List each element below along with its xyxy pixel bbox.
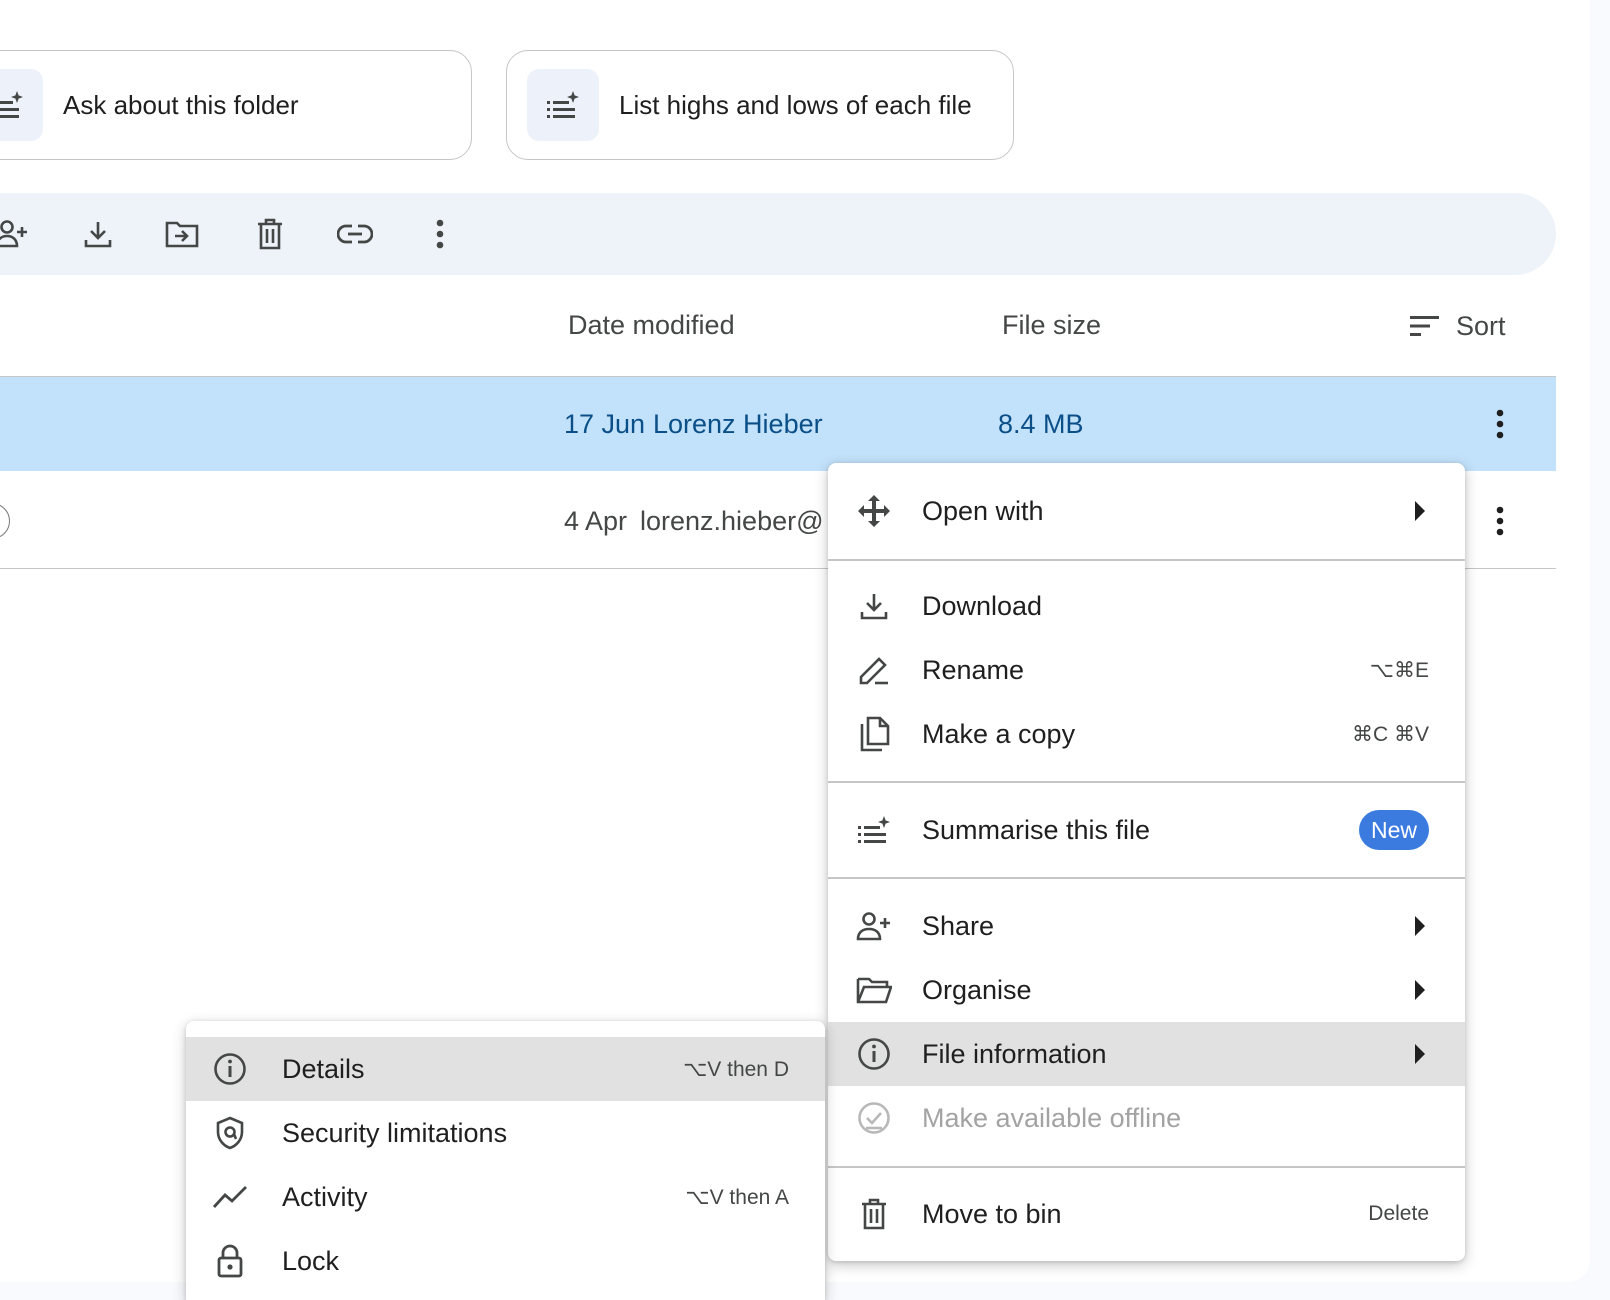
lock-icon — [210, 1241, 250, 1281]
menu-item-open-with[interactable]: Open with — [828, 479, 1465, 543]
menu-divider — [828, 781, 1465, 783]
context-menu: Open with Download Rename ⌥⌘E Make a cop… — [828, 463, 1465, 1261]
column-file-size[interactable]: File size — [1002, 310, 1101, 341]
sort-button[interactable]: Sort — [1410, 304, 1506, 348]
menu-item-label: Make available offline — [922, 1102, 1182, 1133]
menu-item-label: Move to bin — [922, 1198, 1062, 1229]
menu-divider — [828, 1166, 1465, 1168]
sort-label: Sort — [1456, 310, 1506, 341]
menu-item-download[interactable]: Download — [828, 574, 1465, 638]
menu-item-label: Lock — [282, 1245, 340, 1276]
submenu-item-lock[interactable]: Lock — [186, 1229, 825, 1293]
menu-item-label: Security limitations — [282, 1117, 508, 1148]
info-icon — [854, 1034, 894, 1074]
menu-item-make-available-offline: Make available offline — [828, 1086, 1465, 1150]
menu-item-share[interactable]: Share — [828, 894, 1465, 958]
menu-item-shortcut: ⌥V then A — [685, 1185, 789, 1209]
new-badge: New — [1358, 810, 1429, 850]
menu-item-label: File information — [922, 1038, 1107, 1069]
menu-divider — [828, 559, 1465, 561]
more-vert-icon[interactable] — [1480, 404, 1520, 444]
chip-label: List highs and lows of each file — [619, 90, 972, 120]
menu-item-label: Make a copy — [922, 718, 1076, 749]
menu-item-make-copy[interactable]: Make a copy ⌘C ⌘V — [828, 702, 1465, 766]
move-to-folder-icon[interactable] — [162, 214, 202, 254]
sparkle-list-icon — [0, 69, 43, 141]
selection-toolbar — [0, 193, 1556, 275]
menu-item-label: Activity — [282, 1181, 368, 1212]
trash-icon[interactable] — [250, 214, 290, 254]
row-date: 17 Jun — [564, 409, 646, 439]
ask-about-folder-chip[interactable]: Ask about this folder — [0, 50, 472, 160]
info-icon — [210, 1049, 250, 1089]
chevron-right-icon — [1411, 500, 1429, 522]
menu-item-organise[interactable]: Organise — [828, 958, 1465, 1022]
open-with-icon — [854, 491, 894, 531]
sort-icon — [1410, 316, 1439, 336]
row-date: 4 Apr — [564, 506, 628, 536]
menu-item-label: Download — [922, 590, 1043, 621]
chip-label: Ask about this folder — [63, 90, 299, 120]
sparkle-list-icon — [854, 810, 894, 850]
menu-item-label: Summarise this file — [922, 814, 1151, 845]
more-vert-icon[interactable] — [1480, 501, 1520, 541]
table-row[interactable]: 17 Jun Lorenz Hieber 8.4 MB — [0, 377, 1556, 471]
row-checkbox[interactable] — [0, 503, 10, 539]
sparkle-list-icon — [527, 69, 599, 141]
trash-icon — [854, 1194, 894, 1234]
menu-item-shortcut: ⌥⌘E — [1369, 658, 1429, 682]
menu-item-label: Share — [922, 910, 995, 941]
menu-item-label: Rename — [922, 654, 1025, 685]
share-icon[interactable] — [0, 214, 32, 254]
menu-divider — [828, 877, 1465, 879]
menu-item-shortcut: ⌘C ⌘V — [1351, 722, 1429, 746]
activity-trend-icon — [210, 1177, 250, 1217]
chevron-right-icon — [1411, 1043, 1429, 1065]
copy-icon — [854, 714, 894, 754]
more-vert-icon[interactable] — [420, 214, 460, 254]
column-date-modified[interactable]: Date modified — [568, 310, 735, 341]
menu-item-summarise[interactable]: Summarise this file New — [828, 798, 1465, 862]
submenu-item-activity[interactable]: Activity ⌥V then A — [186, 1165, 825, 1229]
download-icon — [854, 586, 894, 626]
folder-open-icon — [854, 970, 894, 1010]
pencil-icon — [854, 650, 894, 690]
submenu-item-security-limitations[interactable]: Security limitations — [186, 1101, 825, 1165]
chevron-right-icon — [1411, 979, 1429, 1001]
list-highs-lows-chip[interactable]: List highs and lows of each file — [506, 50, 1014, 160]
menu-item-label: Open with — [922, 495, 1044, 526]
file-information-submenu: Details ⌥V then D Security limitations A… — [186, 1021, 825, 1300]
chevron-right-icon — [1411, 915, 1429, 937]
offline-check-icon — [854, 1098, 894, 1138]
menu-item-rename[interactable]: Rename ⌥⌘E — [828, 638, 1465, 702]
submenu-item-details[interactable]: Details ⌥V then D — [186, 1037, 825, 1101]
menu-item-label: Details — [282, 1053, 365, 1084]
menu-item-shortcut: Delete — [1368, 1202, 1429, 1225]
download-icon[interactable] — [78, 214, 118, 254]
menu-item-file-information[interactable]: File information — [828, 1022, 1465, 1086]
share-icon — [854, 906, 894, 946]
link-icon[interactable] — [335, 214, 375, 254]
row-size: 8.4 MB — [998, 409, 1084, 439]
menu-item-shortcut: ⌥V then D — [683, 1057, 789, 1081]
menu-item-move-to-bin[interactable]: Move to bin Delete — [828, 1182, 1465, 1246]
shield-icon — [210, 1113, 250, 1153]
row-modified-by: lorenz.hieber@ — [640, 506, 824, 536]
menu-item-label: Organise — [922, 974, 1032, 1005]
row-modified-by: Lorenz Hieber — [653, 409, 823, 439]
